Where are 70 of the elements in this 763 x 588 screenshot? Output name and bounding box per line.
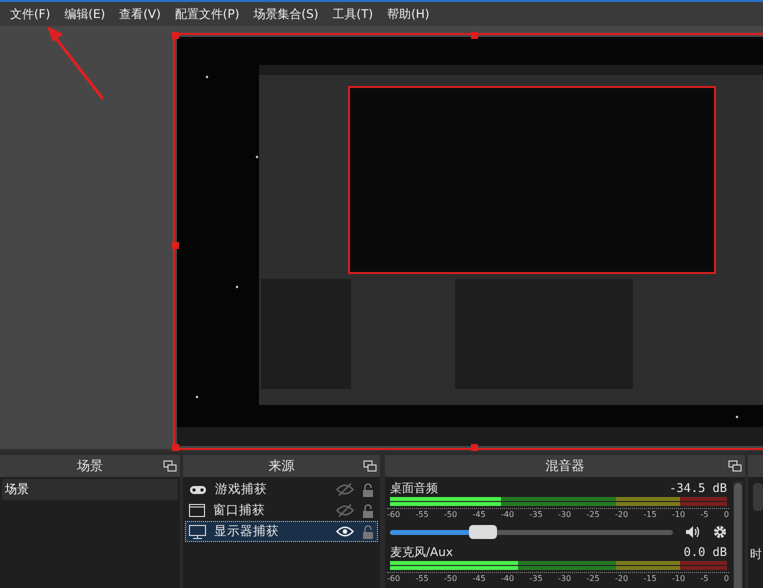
menu-item[interactable]: 配置文件(P) [168, 6, 246, 22]
meter-tick-label: -5 [700, 510, 708, 519]
eye-slash-icon[interactable] [336, 483, 354, 496]
unlocked-icon[interactable] [362, 504, 374, 518]
meter-tick-label: -40 [501, 574, 514, 583]
menu-item[interactable]: 查看(V) [112, 6, 168, 22]
meter-tick-label: 0 [724, 510, 729, 519]
meter-tick-label: -30 [558, 510, 572, 519]
meter-tick-label: -35 [530, 510, 543, 519]
scrollbar[interactable] [733, 481, 743, 588]
settings-icon[interactable] [713, 525, 727, 539]
volume-slider[interactable] [390, 525, 673, 539]
meter-tick-label: 0 [724, 574, 729, 583]
panel-title: 混音器 [546, 458, 584, 475]
meter-tick-label: -15 [644, 574, 657, 583]
resize-handle[interactable] [172, 444, 179, 451]
gamepad-icon [189, 484, 207, 494]
panel-title: 来源 [268, 458, 294, 475]
resize-handle[interactable] [470, 444, 478, 451]
source-name: 显示器捕获 [214, 523, 280, 540]
meter-tick-label: -5 [700, 574, 708, 583]
meter-tick-label: -50 [444, 574, 458, 583]
panel-title: 场景 [77, 458, 103, 475]
meter-tick-label: -25 [586, 510, 600, 519]
menu-item[interactable]: 工具(T) [325, 6, 380, 22]
source-item[interactable]: 显示器捕获 [185, 521, 378, 542]
source-name: 窗口捕获 [213, 502, 266, 519]
meter-tick-label: -20 [615, 510, 628, 519]
source-item[interactable]: 窗口捕获 [185, 500, 378, 521]
meter-tick-label: -45 [472, 510, 486, 519]
scene-item[interactable]: 场景 [2, 479, 178, 500]
panel-header [748, 455, 763, 477]
meter-tick-label: -20 [615, 574, 628, 583]
channel-name: 麦克风/Aux [390, 545, 453, 559]
meter-tick-label: -35 [530, 574, 543, 583]
meter-tick-label: -50 [444, 510, 458, 519]
meter-tick-label: -40 [501, 510, 514, 519]
menu-item[interactable]: 帮助(H) [380, 6, 436, 22]
meter-tick-label: -10 [672, 510, 686, 519]
resize-handle[interactable] [172, 242, 179, 248]
meter-tick-label: -10 [672, 574, 686, 583]
menu-item[interactable]: 文件(F) [3, 6, 58, 22]
channel-reading: 0.0 dB [684, 545, 727, 559]
meter-tick-label: -55 [416, 510, 429, 519]
meter-tick-label: -30 [558, 574, 572, 583]
unlocked-icon[interactable] [362, 524, 374, 538]
meter-tick-label: -45 [472, 574, 486, 583]
meter-tick-label: -15 [644, 510, 657, 519]
undock-icon[interactable] [163, 460, 177, 472]
source-item[interactable]: 游戏捕获 [185, 479, 378, 500]
menu-item[interactable]: 场景集合(S) [246, 6, 326, 22]
menu-item[interactable]: 编辑(E) [57, 6, 112, 22]
undock-icon[interactable] [363, 460, 377, 472]
resize-handle[interactable] [172, 32, 179, 39]
eye-icon[interactable] [336, 526, 354, 537]
unlocked-icon[interactable] [362, 482, 374, 496]
meter-tick-label: -60 [387, 574, 400, 583]
speaker-icon[interactable] [685, 525, 701, 539]
channel-reading: -34.5 dB [669, 481, 727, 495]
monitor-icon [189, 524, 206, 538]
source-name: 游戏捕获 [215, 481, 268, 498]
meter-tick-label: -60 [387, 510, 400, 519]
meter-tick-label: -25 [586, 574, 600, 583]
eye-slash-icon[interactable] [336, 504, 354, 517]
window-icon [189, 504, 205, 517]
meter-tick-label: -55 [416, 574, 429, 583]
panel-label: 时 [750, 546, 763, 563]
resize-handle[interactable] [470, 32, 478, 39]
channel-name: 桌面音频 [390, 481, 438, 495]
undock-icon[interactable] [728, 460, 742, 472]
